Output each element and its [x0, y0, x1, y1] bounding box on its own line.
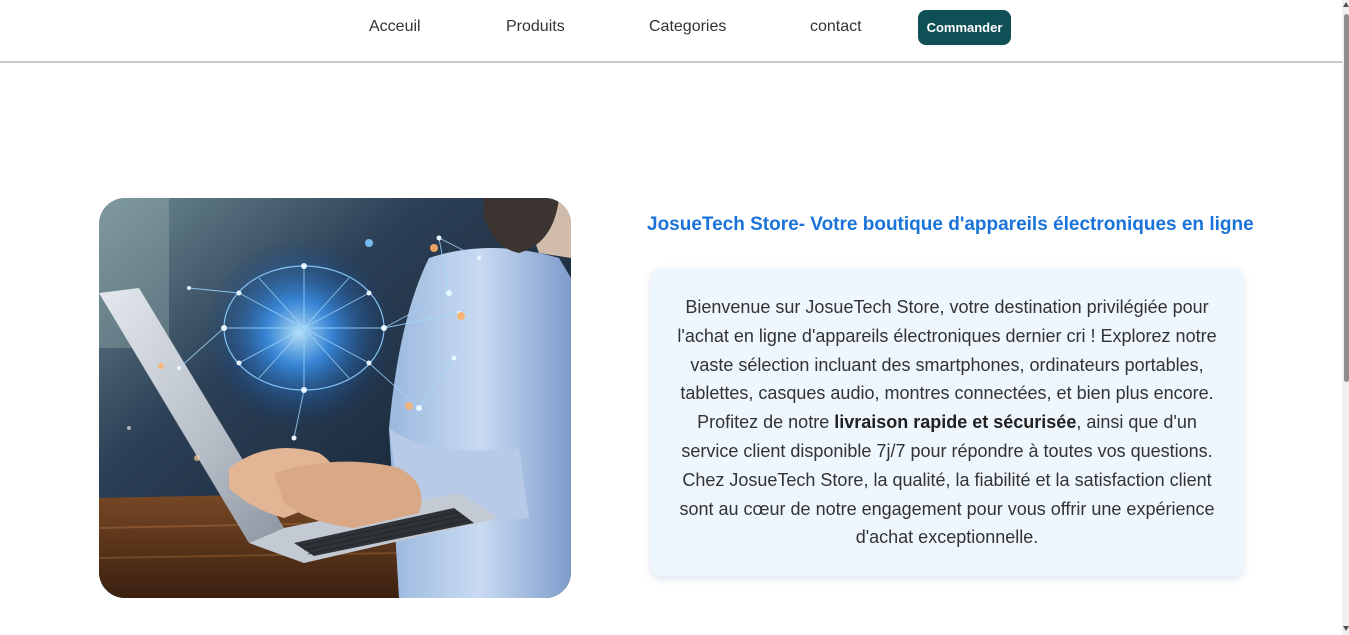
scroll-down-arrow-icon[interactable] [1343, 626, 1349, 631]
top-navigation-bar: Acceuil Produits Categories contact Comm… [0, 0, 1342, 63]
order-button[interactable]: Commander [918, 10, 1011, 45]
laptop-ai-brain-network-icon [99, 198, 571, 598]
description-card: Bienvenue sur JosueTech Store, votre des… [651, 268, 1243, 576]
nav-link-acceuil[interactable]: Acceuil [369, 18, 421, 36]
description-text-highlight: livraison rapide et sécurisée [834, 412, 1077, 433]
nav-link-produits[interactable]: Produits [506, 18, 565, 36]
scrollbar-thumb[interactable] [1344, 14, 1349, 382]
hero-image [99, 198, 571, 598]
page: Acceuil Produits Categories contact Comm… [0, 0, 1349, 635]
scroll-up-arrow-icon[interactable] [1343, 2, 1349, 7]
nav-link-categories[interactable]: Categories [649, 18, 726, 36]
store-headline: JosueTech Store- Votre boutique d'appare… [647, 214, 1254, 235]
description-text-outro: , ainsi que d'un service client disponib… [679, 412, 1215, 548]
nav-link-contact[interactable]: contact [810, 18, 862, 36]
